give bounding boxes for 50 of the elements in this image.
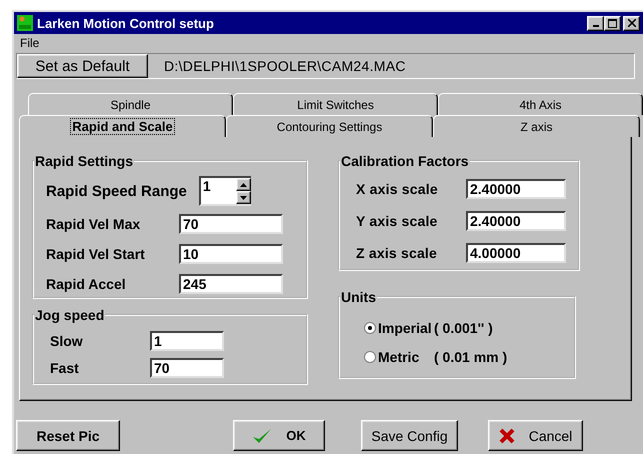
set-default-button[interactable]: Set as Default — [17, 54, 148, 78]
tab[interactable]: 4th Axis — [438, 93, 643, 115]
field-label: Rapid Vel Start — [46, 246, 146, 262]
minimize-button[interactable] — [587, 16, 604, 30]
input-field[interactable]: 70 — [179, 214, 283, 234]
field-label: Rapid Vel Max — [46, 216, 142, 232]
check-icon — [252, 428, 272, 444]
input-field[interactable]: 4.00000 — [466, 243, 566, 263]
input-field[interactable]: 2.40000 — [466, 179, 566, 199]
input-field[interactable]: 70 — [150, 358, 224, 378]
field-label: Y axis scale — [356, 213, 439, 229]
group-title: Calibration Factors — [340, 153, 470, 169]
group-title: Jog speed — [34, 307, 106, 323]
app-icon — [17, 15, 33, 31]
group-title: Units — [340, 289, 377, 305]
tab[interactable]: Limit Switches — [233, 93, 438, 115]
ok-button[interactable]: OK — [233, 420, 325, 451]
window-title: Larken Motion Control setup — [37, 16, 214, 30]
input-field[interactable]: 10 — [179, 244, 283, 264]
field-label: X axis scale — [356, 181, 439, 197]
up-arrow-icon — [240, 182, 247, 186]
input-field[interactable]: 1 — [198, 176, 236, 206]
cancel-button[interactable]: Cancel — [488, 420, 583, 451]
group-title: Rapid Settings — [34, 153, 134, 169]
field-label: Slow — [50, 332, 84, 348]
save-config-button[interactable]: Save Config — [361, 420, 458, 451]
close-button[interactable] — [623, 16, 640, 30]
down-arrow-icon — [240, 196, 247, 200]
reset-pic-button[interactable]: Reset Pic — [16, 420, 120, 451]
tab[interactable]: Z axis — [433, 115, 640, 137]
input-field[interactable]: 2.40000 — [466, 211, 566, 231]
unit-radio[interactable]: Metric ( 0.01 mm ) — [364, 342, 562, 371]
tab[interactable]: Spindle — [28, 93, 233, 115]
config-path: D:\DELPHI\1SPOOLER\CAM24.MAC — [164, 58, 406, 74]
input-field[interactable]: 245 — [179, 274, 283, 294]
spin-down-button[interactable] — [236, 191, 251, 204]
unit-radio[interactable]: Imperial ( 0.001'' ) — [364, 313, 562, 342]
field-label: Rapid Speed Range — [46, 182, 187, 200]
field-label: Z axis scale — [356, 245, 438, 261]
tab[interactable]: Rapid and Scale — [19, 115, 226, 137]
menu-item[interactable]: File — [18, 36, 42, 50]
maximize-icon — [608, 18, 617, 28]
close-icon — [498, 428, 515, 444]
tab[interactable]: Contouring Settings — [226, 115, 433, 137]
close-icon — [628, 19, 636, 27]
field-label: Rapid Accel — [46, 276, 127, 292]
input-field[interactable]: 1 — [150, 330, 224, 350]
field-label: Fast — [50, 360, 80, 376]
maximize-button[interactable] — [604, 16, 621, 30]
spin-up-button[interactable] — [236, 178, 251, 191]
